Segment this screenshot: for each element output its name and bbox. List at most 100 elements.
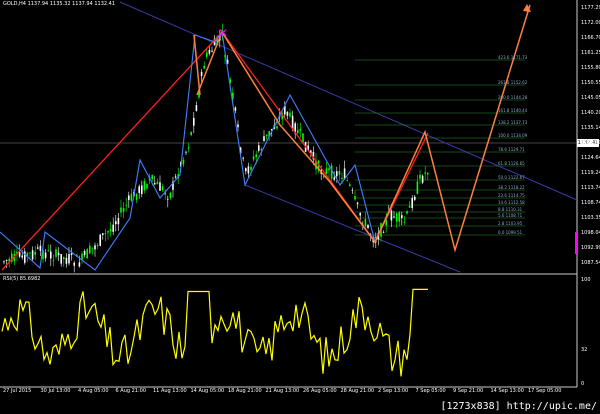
price-axis-label: 1113.74 bbox=[581, 185, 600, 191]
candle-body bbox=[421, 175, 424, 183]
candle-body bbox=[245, 168, 247, 172]
candle-body bbox=[68, 254, 70, 264]
projection-orange-stub bbox=[193, 34, 201, 96]
candle-body bbox=[382, 232, 385, 234]
candle-body bbox=[395, 213, 398, 222]
candle-body bbox=[125, 204, 127, 206]
zigzag-blue-line bbox=[0, 30, 391, 271]
candle-body bbox=[203, 65, 205, 69]
fibo-level-label: 423.6 1171.73 bbox=[498, 55, 528, 60]
fibo-level-label: 50.0 1122.67 bbox=[498, 175, 525, 180]
candle-body bbox=[29, 252, 31, 254]
candle-body bbox=[250, 166, 252, 170]
candle-body bbox=[247, 166, 250, 174]
price-axis-label: 1177.29 bbox=[581, 5, 600, 11]
candle-body bbox=[143, 181, 146, 191]
candle-body bbox=[135, 193, 138, 200]
fibo-level-label: 38.2 1118.22 bbox=[498, 185, 525, 190]
candle-body bbox=[128, 195, 130, 200]
candle-body bbox=[109, 229, 112, 232]
candle-body bbox=[258, 145, 260, 151]
candle-body bbox=[414, 196, 416, 200]
candle-body bbox=[349, 184, 351, 186]
price-axis-label: 1124.64 bbox=[581, 155, 600, 161]
candle-body bbox=[206, 52, 208, 57]
time-axis-label: 14 Sep 13:00 bbox=[490, 388, 524, 394]
candle-body bbox=[367, 224, 369, 229]
candle-body bbox=[265, 134, 268, 137]
candle-body bbox=[354, 196, 356, 200]
channel-upper-line[interactable] bbox=[119, 1, 578, 201]
candle-body bbox=[81, 253, 83, 260]
candle-body bbox=[174, 176, 177, 178]
candle-body bbox=[237, 124, 239, 128]
fibo-level-label: 261.8 1152.62 bbox=[498, 80, 528, 85]
candle-body bbox=[86, 249, 88, 259]
candle-body bbox=[299, 128, 302, 131]
price-axis-label: 1119.24 bbox=[581, 170, 600, 176]
fibo-level-label: 2.8 1103.95 bbox=[498, 221, 523, 226]
candle-body bbox=[104, 233, 107, 235]
candle-body bbox=[102, 233, 104, 235]
candle-body bbox=[141, 185, 143, 194]
candle-body bbox=[193, 118, 195, 126]
time-axis-label: 11 Aug 13:00 bbox=[153, 388, 187, 394]
candle-body bbox=[364, 219, 367, 226]
candle-body bbox=[406, 211, 408, 214]
chart-header: GOLD,H4 1137.94 1135.32 1137.94 1132.41 bbox=[3, 1, 116, 7]
candle-body bbox=[5, 259, 8, 261]
candle-body bbox=[398, 212, 400, 222]
candle-body bbox=[408, 205, 411, 208]
candle-body bbox=[419, 174, 421, 179]
candle-body bbox=[18, 252, 21, 257]
fibo-level-label: 0.0 1099.51 bbox=[498, 230, 523, 235]
peak-marker-icon: ✕ bbox=[218, 26, 228, 40]
candle-body bbox=[138, 186, 140, 194]
price-axis-label: 1103.35 bbox=[581, 215, 600, 221]
fibo-level-label: 138.2 1137.73 bbox=[498, 120, 528, 125]
candle-body bbox=[78, 262, 81, 267]
candle-body bbox=[99, 234, 101, 246]
candle-body bbox=[57, 252, 60, 256]
projection-orange-line bbox=[196, 4, 531, 253]
candle-body bbox=[242, 157, 244, 159]
candle-body bbox=[34, 251, 36, 255]
price-axis-label: 1145.05 bbox=[581, 95, 600, 101]
rsi-line bbox=[1, 288, 428, 377]
time-axis-label: 9 Sep 21:00 bbox=[453, 388, 484, 394]
zigzag-red-line bbox=[1, 30, 429, 271]
candle-body bbox=[333, 177, 335, 180]
fibo-level-label: 5.6 1108.71 bbox=[498, 213, 523, 218]
candle-body bbox=[47, 250, 49, 252]
candle-body bbox=[276, 126, 278, 129]
candle-body bbox=[200, 71, 203, 77]
price-axis-label: 1161.25 bbox=[581, 50, 600, 56]
candle-body bbox=[187, 147, 190, 149]
time-axis-label: 30 Jul 13:00 bbox=[40, 388, 71, 394]
fibo-level-label: 161.8 1140.44 bbox=[498, 108, 528, 113]
candle-body bbox=[21, 255, 23, 258]
candle-body bbox=[159, 182, 161, 191]
candle-body bbox=[286, 111, 289, 116]
price-axis-label: 1150.55 bbox=[581, 80, 600, 86]
candle-body bbox=[252, 156, 255, 160]
candle-body bbox=[401, 215, 403, 218]
time-axis-label: 18 Aug 21:00 bbox=[228, 388, 262, 394]
candle-body bbox=[341, 177, 343, 180]
candle-body bbox=[208, 49, 211, 54]
fibo-level-label: 8.8 1110.31 bbox=[498, 207, 523, 212]
candle-body bbox=[427, 172, 429, 175]
candle-body bbox=[73, 262, 75, 266]
candle-body bbox=[167, 198, 169, 200]
watermark: [1273x838] http://upic.me/ bbox=[440, 401, 597, 412]
candle-body bbox=[297, 129, 299, 134]
candle-body bbox=[185, 151, 187, 153]
price-axis-label: 1166.70 bbox=[581, 35, 600, 41]
candle-body bbox=[336, 171, 338, 177]
trend-lines[interactable]: ✕ bbox=[0, 4, 531, 271]
price-axis-label: 1098.04 bbox=[581, 230, 600, 236]
time-axis-label: 14 Aug 05:00 bbox=[190, 388, 225, 394]
candle-body bbox=[393, 216, 395, 218]
candle-body bbox=[31, 250, 34, 260]
candle-body bbox=[263, 136, 265, 142]
